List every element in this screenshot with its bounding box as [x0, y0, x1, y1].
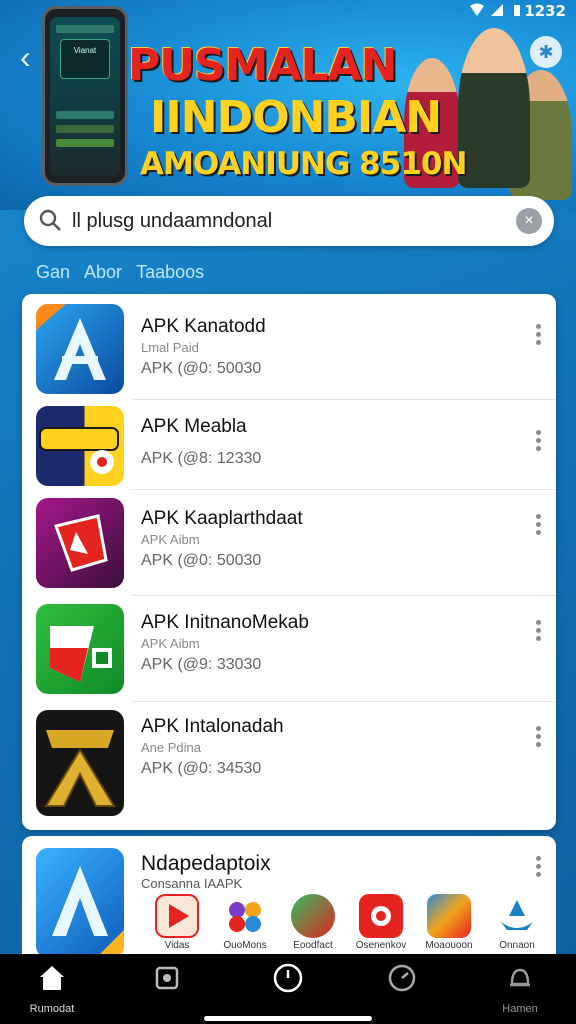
status-bar: 1232: [0, 0, 576, 22]
share-icon: ✱: [538, 42, 554, 62]
flower-icon: [223, 894, 267, 938]
clear-search-button[interactable]: ×: [516, 208, 542, 234]
search-icon: [39, 209, 61, 231]
share-button[interactable]: ✱: [530, 36, 562, 68]
clock: 1232: [524, 2, 566, 20]
close-icon: ×: [524, 212, 534, 229]
app-meta: APK (@0: 50030: [141, 552, 262, 569]
app-meta: APK (@8: 12330: [141, 450, 262, 467]
app-developer: APK Aibm: [141, 532, 200, 547]
screen-bar: [56, 125, 114, 133]
mini-app[interactable]: OuoMons: [214, 894, 276, 951]
signal-icon: [490, 3, 504, 17]
app-developer: Lmal Paid: [141, 340, 199, 355]
mini-app[interactable]: Onnaon: [486, 894, 548, 951]
cards-icon: [427, 894, 471, 938]
play-icon: [155, 894, 199, 938]
mini-app-label: Vidas: [164, 940, 190, 951]
app-meta: APK (@9: 33030: [141, 656, 262, 673]
list-item[interactable]: APK Intalonadah Ane Pdina APK (@0: 34530: [22, 702, 556, 826]
mini-app[interactable]: Moaouoon: [418, 894, 480, 951]
mini-app-label: Moaouoon: [425, 940, 473, 951]
mini-app-label: Eoodfact: [293, 940, 333, 951]
mini-app[interactable]: Osenenkov: [350, 894, 412, 951]
app-developer: APK Aibm: [141, 636, 200, 651]
more-options-button[interactable]: [534, 620, 542, 646]
search-input[interactable]: [72, 206, 492, 236]
nav-timer[interactable]: [362, 962, 442, 999]
screen-bar: [56, 25, 114, 33]
mini-app-label: Osenenkov: [355, 940, 407, 951]
banner-title-line1: PUSMALAN: [128, 40, 397, 91]
apk-burger-icon: [36, 406, 124, 486]
phone-screen: Vianat: [50, 17, 120, 177]
more-options-button[interactable]: [534, 726, 542, 752]
featured-app-name: Ndapedaptoix: [141, 852, 271, 875]
list-item[interactable]: APK Kanatodd Lmal Paid APK (@0: 50030: [22, 294, 556, 400]
puzzle-icon: [155, 966, 179, 990]
list-item[interactable]: APK InitnanoMekab APK Aibm APK (@9: 3303…: [22, 596, 556, 702]
clock-icon: [273, 963, 303, 993]
more-options-button[interactable]: [534, 514, 542, 540]
results-list: APK Kanatodd Lmal Paid APK (@0: 50030 AP…: [22, 294, 556, 830]
apk-a-icon: [36, 848, 124, 958]
nav-label: Rumodat: [29, 1003, 75, 1015]
nav-clock[interactable]: [248, 962, 328, 999]
ship-icon: [495, 894, 539, 938]
apk-gold-icon: [36, 710, 124, 816]
screen-bar: [56, 111, 114, 119]
app-name: APK Kanatodd: [141, 316, 266, 337]
wifi-icon: [470, 3, 484, 17]
nav-notifications[interactable]: Hamen: [480, 962, 560, 1015]
app-meta: APK (@0: 50030: [141, 360, 262, 377]
back-button[interactable]: ‹: [20, 40, 46, 74]
bottom-navigation: Rumodat Hamen: [0, 954, 576, 1024]
apk-red-shape-icon: [36, 498, 124, 588]
more-options-button[interactable]: [534, 324, 542, 350]
app-name: APK InitnanoMekab: [141, 612, 309, 633]
phone-label: Vianat: [73, 46, 97, 55]
app-name: APK Intalonadah: [141, 716, 284, 737]
leaf-icon: [291, 894, 335, 938]
apk-green-flag-icon: [36, 604, 124, 694]
home-icon: [40, 966, 64, 990]
mini-app-label: OuoMons: [223, 940, 267, 951]
more-options-button[interactable]: [534, 430, 542, 456]
tab-abor[interactable]: Abor: [84, 262, 122, 283]
tile-icon: [359, 894, 403, 938]
banner-title-line3: AMOANIUNG 8510N: [140, 146, 467, 182]
featured-app-sub: Consanna IAAPK: [141, 876, 243, 891]
home-indicator[interactable]: [204, 1016, 372, 1021]
screen-bar: [56, 139, 114, 147]
screen-box: Vianat: [60, 39, 110, 79]
nav-puzzle[interactable]: [127, 962, 207, 999]
mini-app-row: Vidas OuoMons Eoodfact Osenenkov Moaouoo…: [146, 894, 548, 951]
app-meta: APK (@0: 34530: [141, 760, 262, 777]
promo-banner[interactable]: Vianat ‹ PUSMALAN IINDONBIAN AMOANIUNG 8…: [0, 0, 576, 210]
app-developer: Ane Pdina: [141, 740, 201, 755]
app-name: APK Meabla: [141, 416, 247, 437]
mini-app[interactable]: Vidas: [146, 894, 208, 951]
mini-app[interactable]: Eoodfact: [282, 894, 344, 951]
tab-taaboos[interactable]: Taaboos: [136, 262, 204, 283]
list-item[interactable]: APK Kaaplarthdaat APK Aibm APK (@0: 5003…: [22, 490, 556, 596]
apk-a-icon: [36, 304, 124, 394]
battery-icon: [510, 3, 524, 17]
timer-icon: [388, 964, 416, 992]
more-options-button[interactable]: [534, 856, 542, 882]
list-item[interactable]: APK Meabla APK (@8: 12330: [22, 400, 556, 490]
tab-gan[interactable]: Gan: [36, 262, 70, 283]
nav-home[interactable]: Rumodat: [12, 962, 92, 1015]
app-name: APK Kaaplarthdaat: [141, 508, 303, 529]
bell-icon: [510, 968, 530, 987]
filter-tabs: Gan Abor Taaboos: [36, 262, 204, 283]
status-icons: [470, 3, 524, 17]
phone-illustration: Vianat: [42, 6, 128, 186]
mini-app-label: Onnaon: [499, 940, 535, 951]
person-illustration: [458, 28, 530, 188]
featured-app-card[interactable]: Ndapedaptoix Consanna IAAPK Vidas OuoMon…: [22, 836, 556, 966]
search-bar[interactable]: ×: [24, 196, 554, 246]
nav-label: Hamen: [502, 1003, 538, 1015]
banner-title-line2: IINDONBIAN: [150, 92, 442, 143]
